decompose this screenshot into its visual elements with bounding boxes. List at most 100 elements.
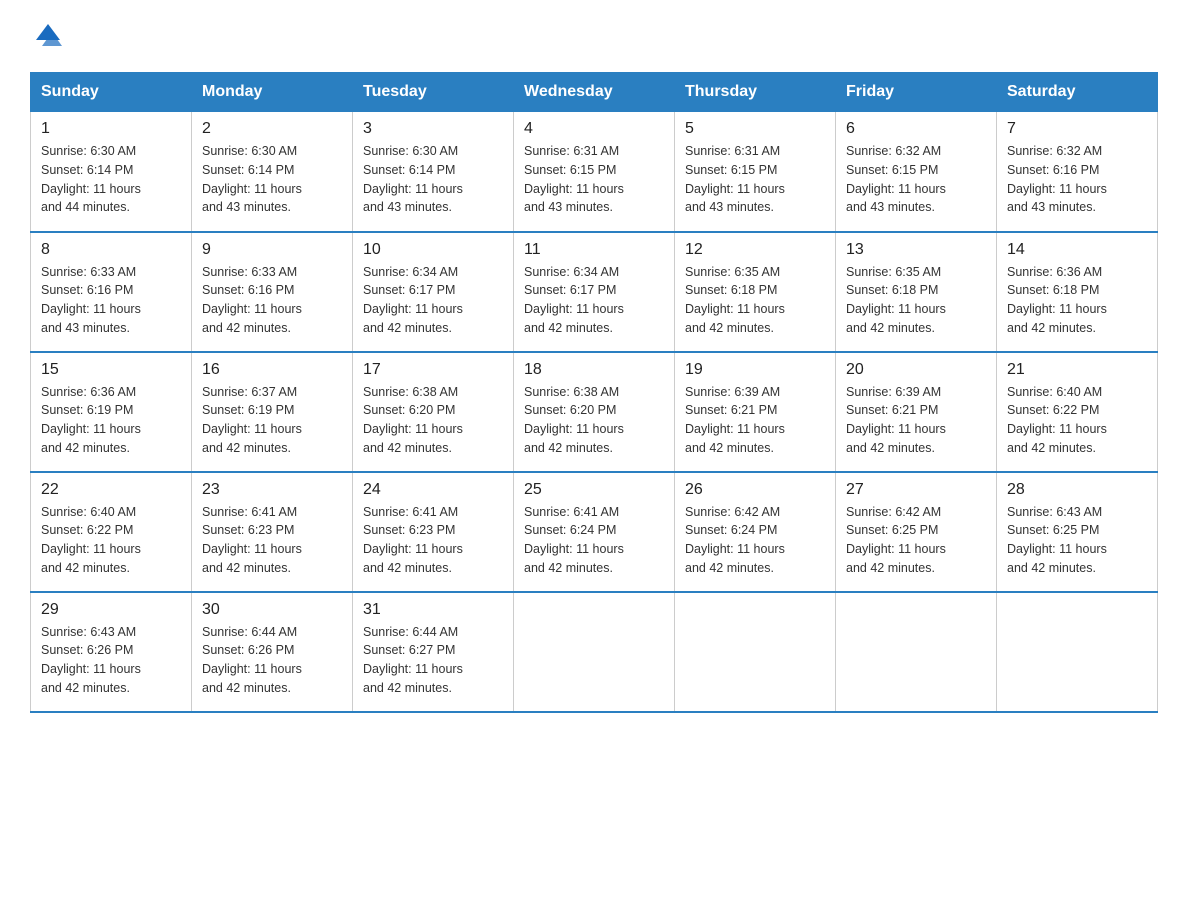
- calendar-header-row: Sunday Monday Tuesday Wednesday Thursday…: [31, 73, 1158, 112]
- day-info: Sunrise: 6:31 AM Sunset: 6:15 PM Dayligh…: [685, 142, 825, 217]
- day-info: Sunrise: 6:43 AM Sunset: 6:26 PM Dayligh…: [41, 623, 181, 698]
- day-info: Sunrise: 6:33 AM Sunset: 6:16 PM Dayligh…: [41, 263, 181, 338]
- calendar-day-cell: 29 Sunrise: 6:43 AM Sunset: 6:26 PM Dayl…: [31, 592, 192, 712]
- day-info: Sunrise: 6:32 AM Sunset: 6:15 PM Dayligh…: [846, 142, 986, 217]
- day-info: Sunrise: 6:33 AM Sunset: 6:16 PM Dayligh…: [202, 263, 342, 338]
- day-info: Sunrise: 6:41 AM Sunset: 6:23 PM Dayligh…: [202, 503, 342, 578]
- day-number: 10: [363, 241, 503, 259]
- day-number: 3: [363, 120, 503, 138]
- day-number: 15: [41, 361, 181, 379]
- calendar-day-cell: 20 Sunrise: 6:39 AM Sunset: 6:21 PM Dayl…: [836, 352, 997, 472]
- day-info: Sunrise: 6:40 AM Sunset: 6:22 PM Dayligh…: [41, 503, 181, 578]
- day-info: Sunrise: 6:35 AM Sunset: 6:18 PM Dayligh…: [846, 263, 986, 338]
- calendar-day-cell: 21 Sunrise: 6:40 AM Sunset: 6:22 PM Dayl…: [997, 352, 1158, 472]
- calendar-day-cell: 26 Sunrise: 6:42 AM Sunset: 6:24 PM Dayl…: [675, 472, 836, 592]
- calendar-day-cell: 19 Sunrise: 6:39 AM Sunset: 6:21 PM Dayl…: [675, 352, 836, 472]
- day-info: Sunrise: 6:42 AM Sunset: 6:25 PM Dayligh…: [846, 503, 986, 578]
- calendar-day-cell: 11 Sunrise: 6:34 AM Sunset: 6:17 PM Dayl…: [514, 232, 675, 352]
- day-info: Sunrise: 6:36 AM Sunset: 6:18 PM Dayligh…: [1007, 263, 1147, 338]
- logo-icon: [32, 20, 64, 52]
- calendar-week-row: 15 Sunrise: 6:36 AM Sunset: 6:19 PM Dayl…: [31, 352, 1158, 472]
- calendar-day-cell: 2 Sunrise: 6:30 AM Sunset: 6:14 PM Dayli…: [192, 112, 353, 232]
- day-number: 1: [41, 120, 181, 138]
- calendar-day-cell: 9 Sunrise: 6:33 AM Sunset: 6:16 PM Dayli…: [192, 232, 353, 352]
- calendar-day-cell: 18 Sunrise: 6:38 AM Sunset: 6:20 PM Dayl…: [514, 352, 675, 472]
- calendar-day-cell: 15 Sunrise: 6:36 AM Sunset: 6:19 PM Dayl…: [31, 352, 192, 472]
- day-info: Sunrise: 6:41 AM Sunset: 6:23 PM Dayligh…: [363, 503, 503, 578]
- calendar-day-cell: 12 Sunrise: 6:35 AM Sunset: 6:18 PM Dayl…: [675, 232, 836, 352]
- header-wednesday: Wednesday: [514, 73, 675, 112]
- day-info: Sunrise: 6:36 AM Sunset: 6:19 PM Dayligh…: [41, 383, 181, 458]
- day-number: 26: [685, 481, 825, 499]
- calendar-day-cell: 10 Sunrise: 6:34 AM Sunset: 6:17 PM Dayl…: [353, 232, 514, 352]
- day-number: 9: [202, 241, 342, 259]
- day-number: 5: [685, 120, 825, 138]
- calendar-day-cell: 17 Sunrise: 6:38 AM Sunset: 6:20 PM Dayl…: [353, 352, 514, 472]
- day-number: 7: [1007, 120, 1147, 138]
- calendar-day-cell: [514, 592, 675, 712]
- day-number: 2: [202, 120, 342, 138]
- calendar-day-cell: 6 Sunrise: 6:32 AM Sunset: 6:15 PM Dayli…: [836, 112, 997, 232]
- calendar-week-row: 1 Sunrise: 6:30 AM Sunset: 6:14 PM Dayli…: [31, 112, 1158, 232]
- calendar-day-cell: 8 Sunrise: 6:33 AM Sunset: 6:16 PM Dayli…: [31, 232, 192, 352]
- day-number: 12: [685, 241, 825, 259]
- header-friday: Friday: [836, 73, 997, 112]
- day-number: 23: [202, 481, 342, 499]
- day-info: Sunrise: 6:37 AM Sunset: 6:19 PM Dayligh…: [202, 383, 342, 458]
- calendar-day-cell: 22 Sunrise: 6:40 AM Sunset: 6:22 PM Dayl…: [31, 472, 192, 592]
- day-info: Sunrise: 6:32 AM Sunset: 6:16 PM Dayligh…: [1007, 142, 1147, 217]
- day-info: Sunrise: 6:39 AM Sunset: 6:21 PM Dayligh…: [685, 383, 825, 458]
- calendar-day-cell: 7 Sunrise: 6:32 AM Sunset: 6:16 PM Dayli…: [997, 112, 1158, 232]
- day-number: 31: [363, 601, 503, 619]
- calendar-day-cell: 5 Sunrise: 6:31 AM Sunset: 6:15 PM Dayli…: [675, 112, 836, 232]
- calendar-day-cell: 27 Sunrise: 6:42 AM Sunset: 6:25 PM Dayl…: [836, 472, 997, 592]
- logo: [30, 20, 66, 52]
- page-header: [30, 20, 1158, 52]
- calendar-day-cell: 30 Sunrise: 6:44 AM Sunset: 6:26 PM Dayl…: [192, 592, 353, 712]
- day-number: 6: [846, 120, 986, 138]
- day-info: Sunrise: 6:44 AM Sunset: 6:27 PM Dayligh…: [363, 623, 503, 698]
- day-number: 30: [202, 601, 342, 619]
- day-number: 8: [41, 241, 181, 259]
- day-info: Sunrise: 6:34 AM Sunset: 6:17 PM Dayligh…: [363, 263, 503, 338]
- day-number: 20: [846, 361, 986, 379]
- day-info: Sunrise: 6:34 AM Sunset: 6:17 PM Dayligh…: [524, 263, 664, 338]
- calendar-day-cell: 16 Sunrise: 6:37 AM Sunset: 6:19 PM Dayl…: [192, 352, 353, 472]
- header-sunday: Sunday: [31, 73, 192, 112]
- day-info: Sunrise: 6:43 AM Sunset: 6:25 PM Dayligh…: [1007, 503, 1147, 578]
- day-number: 16: [202, 361, 342, 379]
- day-number: 4: [524, 120, 664, 138]
- calendar-day-cell: 23 Sunrise: 6:41 AM Sunset: 6:23 PM Dayl…: [192, 472, 353, 592]
- day-number: 25: [524, 481, 664, 499]
- day-info: Sunrise: 6:42 AM Sunset: 6:24 PM Dayligh…: [685, 503, 825, 578]
- day-info: Sunrise: 6:35 AM Sunset: 6:18 PM Dayligh…: [685, 263, 825, 338]
- day-number: 28: [1007, 481, 1147, 499]
- calendar-day-cell: 4 Sunrise: 6:31 AM Sunset: 6:15 PM Dayli…: [514, 112, 675, 232]
- calendar-day-cell: 13 Sunrise: 6:35 AM Sunset: 6:18 PM Dayl…: [836, 232, 997, 352]
- day-info: Sunrise: 6:30 AM Sunset: 6:14 PM Dayligh…: [41, 142, 181, 217]
- day-info: Sunrise: 6:30 AM Sunset: 6:14 PM Dayligh…: [202, 142, 342, 217]
- day-number: 27: [846, 481, 986, 499]
- calendar-table: Sunday Monday Tuesday Wednesday Thursday…: [30, 72, 1158, 713]
- calendar-day-cell: 28 Sunrise: 6:43 AM Sunset: 6:25 PM Dayl…: [997, 472, 1158, 592]
- day-info: Sunrise: 6:44 AM Sunset: 6:26 PM Dayligh…: [202, 623, 342, 698]
- calendar-day-cell: 24 Sunrise: 6:41 AM Sunset: 6:23 PM Dayl…: [353, 472, 514, 592]
- day-number: 22: [41, 481, 181, 499]
- day-info: Sunrise: 6:31 AM Sunset: 6:15 PM Dayligh…: [524, 142, 664, 217]
- day-info: Sunrise: 6:30 AM Sunset: 6:14 PM Dayligh…: [363, 142, 503, 217]
- calendar-day-cell: [836, 592, 997, 712]
- day-info: Sunrise: 6:40 AM Sunset: 6:22 PM Dayligh…: [1007, 383, 1147, 458]
- header-thursday: Thursday: [675, 73, 836, 112]
- day-info: Sunrise: 6:39 AM Sunset: 6:21 PM Dayligh…: [846, 383, 986, 458]
- day-number: 11: [524, 241, 664, 259]
- calendar-week-row: 29 Sunrise: 6:43 AM Sunset: 6:26 PM Dayl…: [31, 592, 1158, 712]
- day-info: Sunrise: 6:38 AM Sunset: 6:20 PM Dayligh…: [363, 383, 503, 458]
- calendar-day-cell: 14 Sunrise: 6:36 AM Sunset: 6:18 PM Dayl…: [997, 232, 1158, 352]
- day-number: 14: [1007, 241, 1147, 259]
- calendar-day-cell: 3 Sunrise: 6:30 AM Sunset: 6:14 PM Dayli…: [353, 112, 514, 232]
- day-number: 21: [1007, 361, 1147, 379]
- day-number: 18: [524, 361, 664, 379]
- day-number: 19: [685, 361, 825, 379]
- calendar-day-cell: [997, 592, 1158, 712]
- day-info: Sunrise: 6:41 AM Sunset: 6:24 PM Dayligh…: [524, 503, 664, 578]
